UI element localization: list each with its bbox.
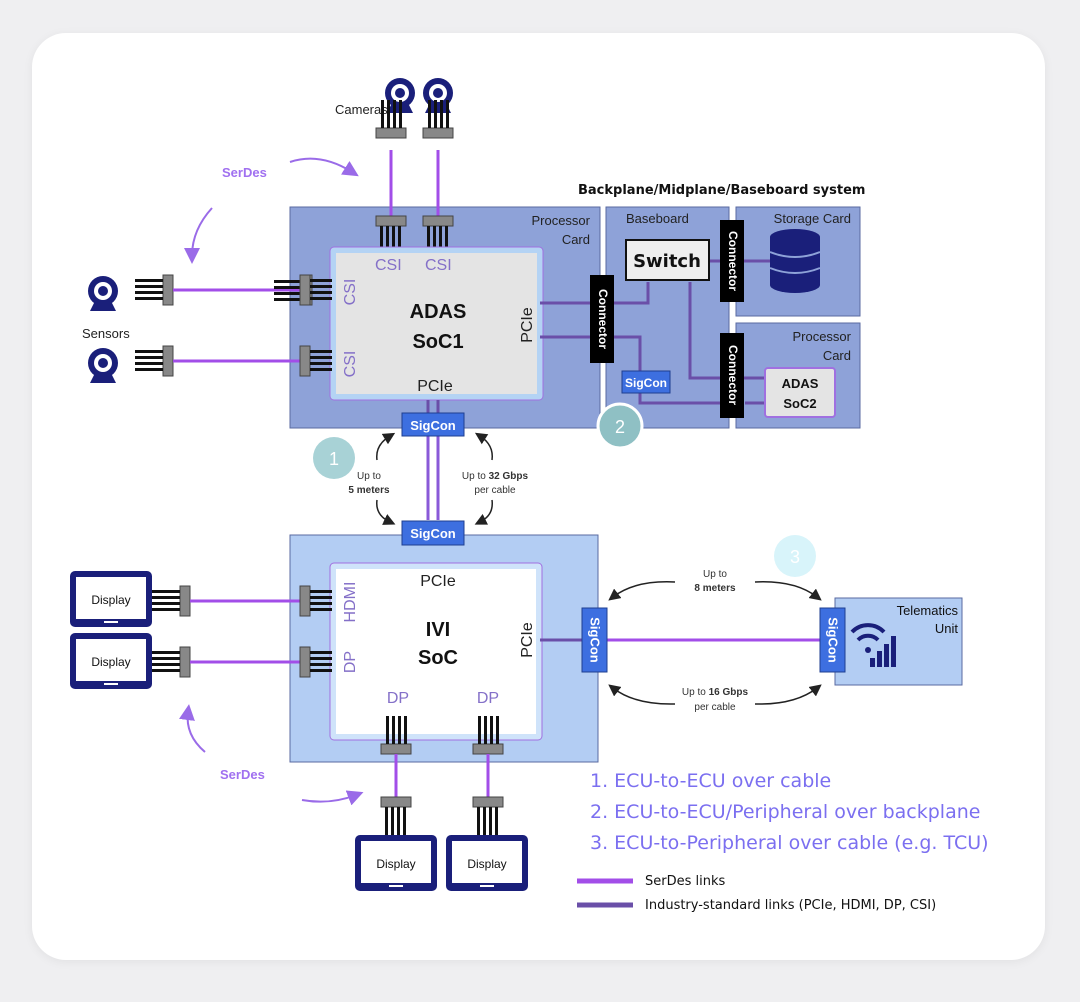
sigcon: SigCon xyxy=(401,412,465,437)
sigcon: SigCon xyxy=(621,370,671,394)
bandwidth-label: Up to 16 Gbps xyxy=(682,687,749,698)
serdes-arrow xyxy=(289,157,359,177)
bandwidth-label: per cable xyxy=(474,485,516,496)
list-item: 1. ECU-to-ECU over cable xyxy=(590,770,831,792)
sigcon-label: SigCon xyxy=(625,376,667,390)
list-item: 2. ECU-to-ECU/Peripheral over backplane xyxy=(590,801,980,823)
badge-3-number: 3 xyxy=(790,547,800,567)
badge-1-number: 1 xyxy=(329,449,339,469)
dp-label: DP xyxy=(477,690,499,707)
sigcon-label: SigCon xyxy=(410,418,456,433)
backplane-title: Backplane/Midplane/Baseboard system xyxy=(578,183,865,198)
sigcon: SigCon xyxy=(819,607,846,673)
adas-soc1-label: ADAS xyxy=(410,301,467,323)
sigcon-label: SigCon xyxy=(588,617,603,663)
display-icon: Display xyxy=(70,571,152,627)
ivi-soc-label: SoC xyxy=(418,647,458,669)
pcie-label: PCIe xyxy=(420,573,456,590)
adas-soc2-label: SoC2 xyxy=(783,396,816,411)
sigcon-label: SigCon xyxy=(410,526,456,541)
serdes-label-top: SerDes xyxy=(222,165,267,180)
processor-card-label: Card xyxy=(562,232,590,247)
connector-label: Connector xyxy=(726,231,740,291)
serdes-label-bottom: SerDes xyxy=(220,767,265,782)
sigcon-label: SigCon xyxy=(826,617,841,663)
cameras-label: Cameras xyxy=(335,102,388,117)
display-label: Display xyxy=(467,857,506,871)
display-icon: Display xyxy=(355,835,437,891)
display-label: Display xyxy=(91,655,130,669)
architecture-diagram: Cameras SerDes Backplane/Midplane/Basebo… xyxy=(70,78,989,913)
sensor-icon xyxy=(88,276,118,311)
adas-soc1-label: SoC1 xyxy=(412,331,463,353)
telematics-label: Telematics xyxy=(897,603,959,618)
storage-card-label: Storage Card xyxy=(774,211,851,226)
bandwidth-label: Up to 32 Gbps xyxy=(462,471,529,482)
pcie-label: PCIe xyxy=(417,378,453,395)
csi-label: CSI xyxy=(425,257,452,274)
bandwidth-label: per cable xyxy=(694,702,736,713)
csi-connector xyxy=(299,345,311,377)
sigcon: SigCon xyxy=(581,607,608,673)
connector-label: Connector xyxy=(726,345,740,405)
pcie-label: PCIe xyxy=(519,622,536,658)
badge-2-number: 2 xyxy=(615,417,625,437)
connector: Connector xyxy=(720,333,744,418)
serdes-arrow xyxy=(184,207,213,264)
distance-label: Up to xyxy=(703,569,727,580)
distance-label: 5 meters xyxy=(348,485,390,496)
legend-label: SerDes links xyxy=(645,874,725,889)
connector: Connector xyxy=(720,220,744,302)
distance-label: Up to xyxy=(357,471,381,482)
sensor-icon xyxy=(88,348,118,383)
csi-label: CSI xyxy=(342,351,359,378)
connector-label: Connector xyxy=(596,289,610,349)
dp-label: DP xyxy=(342,651,359,673)
connector: Connector xyxy=(590,275,614,363)
legend-label: Industry-standard links (PCIe, HDMI, DP,… xyxy=(645,898,936,913)
distance-label: 8 meters xyxy=(694,583,736,594)
list-item: 3. ECU-to-Peripheral over cable (e.g. TC… xyxy=(590,832,989,854)
csi-label: CSI xyxy=(375,257,402,274)
sensors-label: Sensors xyxy=(82,326,130,341)
processor-card-label: Processor xyxy=(792,329,851,344)
pcie-label: PCIe xyxy=(519,307,536,343)
csi-connector xyxy=(299,274,311,306)
csi-label: CSI xyxy=(342,279,359,306)
telematics-label: Unit xyxy=(935,621,959,636)
switch-label: Switch xyxy=(633,251,701,272)
display-label: Display xyxy=(376,857,415,871)
display-icon: Display xyxy=(70,633,152,689)
processor-card-label: Card xyxy=(823,348,851,363)
display-icon: Display xyxy=(446,835,528,891)
ivi-soc-label: IVI xyxy=(426,619,450,641)
hdmi-label: HDMI xyxy=(342,582,359,623)
adas-soc2-label: ADAS xyxy=(782,376,819,391)
database-icon xyxy=(769,229,821,293)
processor-card-label: Processor xyxy=(531,213,590,228)
baseboard-label: Baseboard xyxy=(626,211,689,226)
dp-label: DP xyxy=(387,690,409,707)
display-label: Display xyxy=(91,593,130,607)
